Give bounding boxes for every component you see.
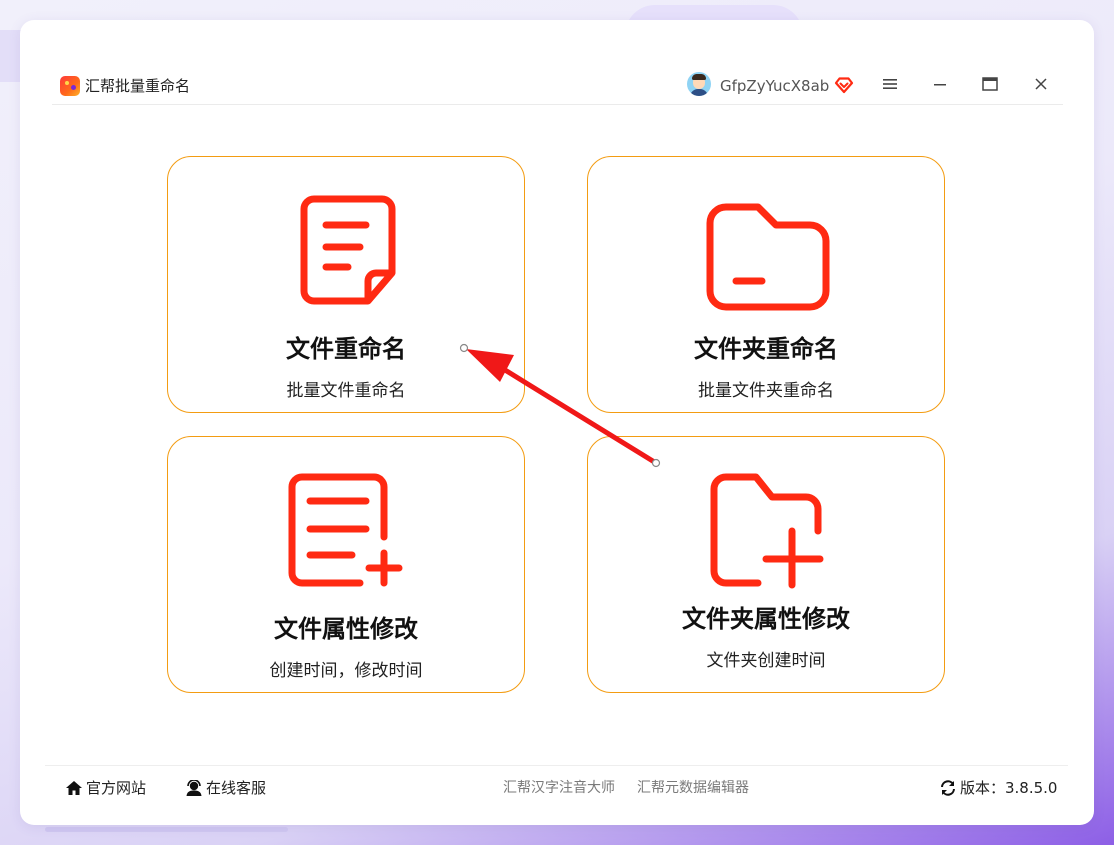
app-logo-icon bbox=[60, 76, 80, 96]
user-avatar[interactable] bbox=[687, 72, 711, 96]
card-folder-attributes[interactable]: 文件夹属性修改 文件夹创建时间 bbox=[587, 436, 945, 693]
maximize-button[interactable] bbox=[979, 73, 1001, 95]
support-label: 在线客服 bbox=[206, 779, 267, 797]
card-subtitle: 文件夹创建时间 bbox=[706, 651, 826, 671]
document-icon bbox=[300, 195, 396, 305]
card-title: 文件属性修改 bbox=[274, 615, 418, 643]
folder-add-icon bbox=[710, 473, 824, 589]
official-site-label: 官方网站 bbox=[86, 779, 147, 797]
window-content: 汇帮批量重命名 GfpZyYucX8ab 文件重命名 批量文件重命名 文件夹重命… bbox=[45, 40, 1068, 811]
product-link-metadata[interactable]: 汇帮元数据编辑器 bbox=[637, 779, 749, 797]
username[interactable]: GfpZyYucX8ab bbox=[720, 76, 829, 96]
card-subtitle: 批量文件重命名 bbox=[286, 381, 406, 401]
refresh-icon bbox=[941, 780, 955, 796]
vip-diamond-icon[interactable] bbox=[834, 75, 854, 95]
hamburger-icon bbox=[883, 79, 897, 89]
close-icon bbox=[1035, 78, 1047, 90]
card-folder-rename[interactable]: 文件夹重命名 批量文件夹重命名 bbox=[587, 156, 945, 413]
folder-icon bbox=[706, 203, 830, 311]
version-info[interactable]: 版本：3.8.5.0 bbox=[939, 778, 1057, 798]
minimize-icon bbox=[934, 84, 946, 86]
background-shape bbox=[45, 827, 288, 832]
support-link[interactable]: 在线客服 bbox=[185, 778, 266, 798]
close-button[interactable] bbox=[1030, 73, 1052, 95]
card-title: 文件夹重命名 bbox=[694, 335, 838, 363]
title-divider bbox=[52, 104, 1063, 105]
card-title: 文件夹属性修改 bbox=[682, 605, 850, 633]
footer-bar: 官方网站 在线客服 汇帮汉字注音大师 汇帮元数据编辑器 版本：3.8.5.0 bbox=[45, 765, 1068, 812]
version-label: 版本：3.8.5.0 bbox=[960, 779, 1058, 797]
card-file-rename[interactable]: 文件重命名 批量文件重命名 bbox=[167, 156, 525, 413]
product-link-pinyin[interactable]: 汇帮汉字注音大师 bbox=[503, 779, 615, 797]
customer-service-icon bbox=[186, 780, 202, 796]
card-file-attributes[interactable]: 文件属性修改 创建时间，修改时间 bbox=[167, 436, 525, 693]
card-subtitle: 批量文件夹重命名 bbox=[698, 381, 834, 401]
maximize-icon bbox=[982, 77, 998, 91]
official-site-link[interactable]: 官方网站 bbox=[65, 778, 146, 798]
menu-button[interactable] bbox=[879, 73, 901, 95]
app-title: 汇帮批量重命名 bbox=[85, 77, 191, 95]
card-subtitle: 创建时间，修改时间 bbox=[269, 661, 423, 681]
card-title: 文件重命名 bbox=[286, 335, 406, 363]
title-bar: 汇帮批量重命名 GfpZyYucX8ab bbox=[45, 40, 1068, 106]
home-icon bbox=[66, 781, 82, 795]
minimize-button[interactable] bbox=[929, 73, 951, 95]
app-window: 汇帮批量重命名 GfpZyYucX8ab 文件重命名 批量文件重命名 文件夹重命… bbox=[20, 20, 1094, 825]
document-add-icon bbox=[288, 473, 403, 587]
